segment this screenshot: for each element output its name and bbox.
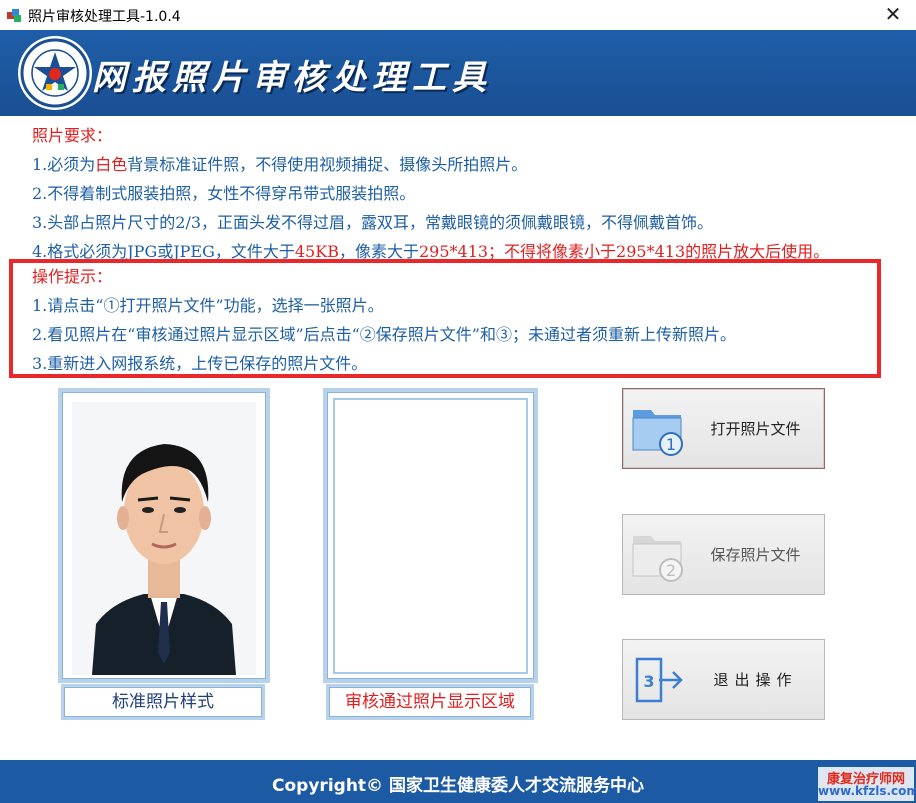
exit-label: 退出操作 xyxy=(713,671,798,689)
requirement-item-1: 1.必须为白色背景标准证件照，不得使用视频捕捉、摄像头所拍照片。 xyxy=(32,155,528,174)
svg-text:3: 3 xyxy=(643,672,654,691)
exit-button[interactable]: 3 退出操作 xyxy=(622,639,825,720)
window-title: 照片审核处理工具-1.0.4 xyxy=(28,9,181,25)
approved-photo-area xyxy=(333,398,528,674)
watermark-url: www.kfzls.com xyxy=(818,784,916,798)
close-button[interactable]: ✕ xyxy=(870,0,916,30)
photo-requirements: 照片要求： 1.必须为白色背景标准证件照，不得使用视频捕捉、摄像头所拍照片。 2… xyxy=(32,121,829,266)
requirement-item-3: 3.头部占照片尺寸的2/3，正面头发不得过眉，露双耳，常戴眼镜的须佩戴眼镜，不得… xyxy=(32,213,714,232)
tip-item-1: 1.请点击“①打开照片文件”功能，选择一张照片。 xyxy=(32,296,384,315)
open-photo-label: 打开照片文件 xyxy=(710,420,801,438)
approved-photo-panel xyxy=(323,388,538,683)
open-photo-button[interactable]: 1 打开照片文件 xyxy=(622,388,825,469)
svg-text:2: 2 xyxy=(666,561,676,580)
requirement-item-2: 2.不得着制式服装拍照，女性不得穿吊带式服装拍照。 xyxy=(32,184,416,203)
sample-photo-panel xyxy=(58,388,270,683)
operation-tips: 操作提示： 1.请点击“①打开照片文件”功能，选择一张照片。 2.看见照片在“审… xyxy=(32,262,736,378)
close-icon: ✕ xyxy=(884,2,902,26)
sample-portrait-image xyxy=(72,402,256,675)
folder-2-icon: 2 xyxy=(632,536,683,582)
tip-item-3: 3.重新进入网报系统，上传已保存的照片文件。 xyxy=(32,354,368,373)
sample-photo-caption: 标准照片样式 xyxy=(61,684,265,720)
tips-heading: 操作提示： xyxy=(32,267,113,286)
requirements-heading: 照片要求： xyxy=(32,126,113,145)
folder-1-icon: 1 xyxy=(632,410,683,456)
organization-logo xyxy=(18,36,92,110)
copyright-text: Copyright© 国家卫生健康委人才交流服务中心 xyxy=(272,776,644,796)
sample-photo xyxy=(72,402,256,675)
exit-3-icon: 3 xyxy=(635,657,683,703)
title-bar: 照片审核处理工具-1.0.4 ✕ xyxy=(0,0,916,30)
site-watermark: 康复治疗师网 www.kfzls.com xyxy=(818,767,916,801)
save-photo-button[interactable]: 2 保存照片文件 xyxy=(622,514,825,595)
svg-text:1: 1 xyxy=(666,435,676,454)
save-photo-label: 保存照片文件 xyxy=(710,546,801,564)
app-icon xyxy=(7,9,21,22)
app-heading: 网报照片审核处理工具 xyxy=(92,58,492,98)
approved-photo-caption: 审核通过照片显示区域 xyxy=(326,684,534,720)
header-banner: 网报照片审核处理工具 xyxy=(0,30,916,116)
footer-bar: Copyright© 国家卫生健康委人才交流服务中心 xyxy=(0,760,916,803)
tip-item-2: 2.看见照片在“审核通过照片显示区域”后点击“②保存照片文件”和③；未通过者须重… xyxy=(32,325,736,344)
